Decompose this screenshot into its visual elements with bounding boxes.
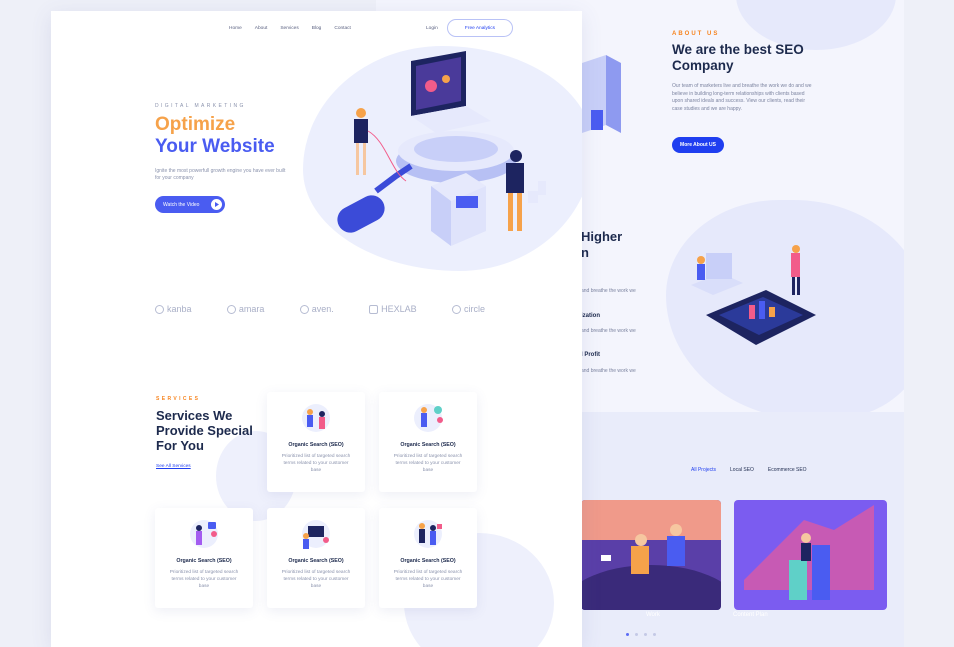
feature-text: and breathe the work we [581,288,636,294]
nav-blog[interactable]: Blog [312,26,322,31]
service-card-desc: Prioritized list of targeted search term… [281,454,351,473]
see-all-services-link[interactable]: See All Services [156,464,191,469]
home-page-preview: Home About Services Blog Contact Login F… [51,11,582,647]
seo-team-illustration [302,404,330,432]
heading-line: Higher [581,229,623,244]
carousel-dot[interactable] [644,633,647,636]
logo-amara: amara [226,304,265,314]
card-caption: Work [646,612,660,618]
nav-contact[interactable]: Contact [334,26,351,31]
aven-icon [299,304,309,314]
login-link[interactable]: Login [426,26,438,31]
service-card-title: Organic Search (SEO) [288,442,344,448]
seo-group-illustration [414,520,442,548]
amara-icon [226,304,236,314]
watch-video-button[interactable]: Watch the Video [155,196,225,213]
feature-title: l Profit [581,352,600,358]
section-tag: ABOUT US [672,31,720,37]
more-about-button[interactable]: More About US [672,137,724,153]
hero-text: Ignite the most powerfull growth engine … [155,168,286,181]
service-card-title: Organic Search (SEO) [288,558,344,564]
logo-kanba: kanba [155,304,192,314]
service-card-title: Organic Search (SEO) [176,558,232,564]
kanba-icon [155,304,164,314]
service-card-desc: Prioritized list of targeted search term… [393,570,463,589]
service-card-desc: Prioritized list of targeted search term… [169,570,239,589]
service-card[interactable]: Organic Search (SEO) Prioritized list of… [267,508,365,608]
growth-chart-illustration [734,500,887,610]
seo-woman-illustration [414,404,443,432]
service-card-desc: Prioritized list of targeted search term… [393,454,463,473]
portfolio-card-content-plan[interactable] [734,500,887,610]
service-card[interactable]: Organic Search (SEO) Prioritized list of… [379,392,477,492]
heading-line: n [581,245,589,260]
seo-chat-illustration [190,520,218,548]
card-caption: Content Plan [733,612,768,618]
hero-title-line1: Optimize [155,114,236,135]
service-card-title: Organic Search (SEO) [400,442,456,448]
dashboard-illustration [691,245,816,345]
logo-text: circle [463,304,485,314]
section-heading-fragment: Higher n [581,229,622,261]
logo-text: kanba [167,304,192,314]
watch-video-label: Watch the Video [163,201,200,208]
services-title: Services We Provide Special For You [156,408,253,453]
tab-local-seo[interactable]: Local SEO [730,467,754,473]
feature-text: and breathe the work we [581,368,636,374]
service-card-title: Organic Search (SEO) [400,558,456,564]
play-icon [211,199,222,210]
circle-icon [451,304,461,314]
service-card[interactable]: Organic Search (SEO) Prioritized list of… [155,508,253,608]
tab-ecommerce-seo[interactable]: Ecommerce SEO [768,467,807,473]
couple-illustration [581,500,721,610]
about-title: We are the best SEO Company [672,42,804,73]
service-card-desc: Prioritized list of targeted search term… [281,570,351,589]
client-logos: kanba amara aven. HEXLAB circle [155,304,485,314]
logo-aven: aven. [299,304,334,314]
portfolio-card-work[interactable] [581,500,721,610]
seo-desk-illustration [302,520,330,549]
feature-text: and breathe the work we [581,328,636,334]
hero-tag: DIGITAL MARKETING [155,103,246,109]
logo-circle: circle [451,304,485,314]
hexlab-icon [369,304,379,314]
logo-hexlab: HEXLAB [369,304,417,314]
free-analytics-button[interactable]: Free Analytics [447,19,513,37]
service-card[interactable]: Organic Search (SEO) Prioritized list of… [267,392,365,492]
portfolio-tabs: All Projects Local SEO Ecommerce SEO [691,467,807,473]
services-tag: SERVICES [156,396,201,402]
logo-text: HEXLAB [381,304,417,314]
carousel-dot[interactable] [626,633,629,636]
nav-home[interactable]: Home [229,26,242,31]
carousel-dots [626,633,656,636]
carousel-dot[interactable] [653,633,656,636]
logo-text: amara [238,304,265,314]
logo-text: aven. [311,304,334,314]
hero-title-line2: Your Website [155,136,275,157]
feature-title: ization [581,313,600,319]
service-card[interactable]: Organic Search (SEO) Prioritized list of… [379,508,477,608]
hero-illustration [337,51,546,246]
about-text: Our team of marketers live and breathe t… [672,83,812,112]
carousel-dot[interactable] [635,633,638,636]
tab-all-projects[interactable]: All Projects [691,467,716,473]
nav-services[interactable]: Services [280,26,298,31]
main-nav: Home About Services Blog Contact [229,26,351,31]
nav-about[interactable]: About [255,26,268,31]
